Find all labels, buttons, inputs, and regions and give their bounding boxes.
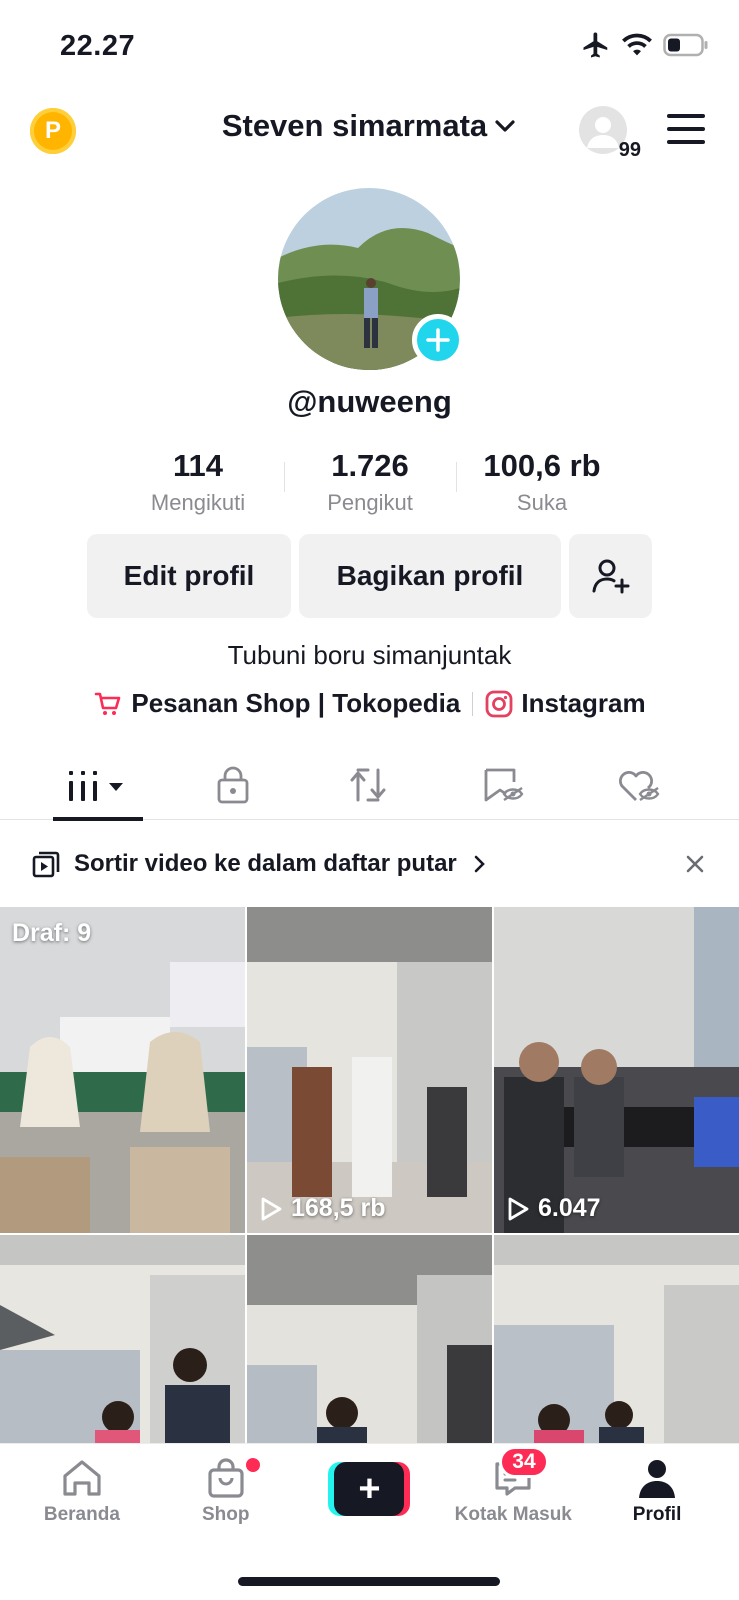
liked-hidden-icon [618,771,659,801]
status-time: 22.27 [60,30,136,62]
tab-reposts[interactable] [300,750,435,820]
draft-count: Draf: 9 [12,919,92,947]
chevron-down-icon [495,120,515,132]
tab-favorites[interactable] [435,750,570,820]
stat-label: Pengikut [327,490,413,515]
view-count: 6.047 [506,1194,601,1223]
inbox-badge: 34 [499,1446,549,1478]
divider [472,691,474,716]
nav-home[interactable]: Beranda [12,1456,152,1526]
home-icon [63,1460,101,1496]
shop-orders-link[interactable]: Pesanan Shop | Tokopedia [93,688,460,719]
tab-videos[interactable] [30,750,165,821]
playlist-banner[interactable]: Sortir video ke dalam daftar putar [0,828,739,900]
profile-icon [639,1460,676,1498]
nav-inbox[interactable]: 34 Kotak Masuk [443,1446,583,1526]
battery-icon [663,33,708,57]
repost-icon [350,768,385,802]
nav-profile[interactable]: Profil [587,1456,727,1526]
share-profile-button[interactable]: Bagikan profil [299,534,561,618]
lock-icon [217,766,248,804]
nav-create[interactable]: + [299,1456,439,1526]
stat-label: Mengikuti [150,490,246,515]
stat-value: 100,6 rb [483,448,601,483]
home-indicator [238,1577,500,1586]
video-tile[interactable] [247,1235,492,1445]
profile-stats: 114 Mengikuti 1.726 Pengikut 100,6 rb Su… [110,448,630,516]
playlist-icon [32,851,60,878]
create-button[interactable]: + [328,1462,411,1516]
stat-value: 1.726 [331,448,409,483]
play-icon [508,1197,529,1220]
saved-hidden-icon [484,768,523,802]
stat-followers[interactable]: 1.726 Pengikut [284,448,456,516]
cart-icon [95,692,121,715]
video-tile[interactable]: 6.047 [494,907,739,1233]
stat-following[interactable]: 114 Mengikuti [112,448,284,516]
add-friends-button[interactable] [569,534,652,618]
bottom-nav: Beranda Shop + 34 Kotak Masuk Profil [0,1443,739,1600]
video-tile[interactable] [494,1235,739,1445]
chevron-right-icon [474,855,485,873]
bio-text: Tubuni boru simanjuntak [227,640,512,670]
edit-profile-button[interactable]: Edit profil [87,534,291,618]
nav-profile-label: Profil [632,1504,682,1525]
view-count: 168,5 rb [259,1194,386,1223]
videos-grid-icon [68,771,123,801]
close-icon[interactable] [683,852,707,876]
profile-links: Pesanan Shop | Tokopedia Instagram [0,688,739,719]
instagram-link-label: Instagram [521,688,646,718]
tab-liked[interactable] [570,750,705,820]
instagram-link[interactable]: Instagram [485,688,646,719]
nav-shop[interactable]: Shop [156,1456,296,1526]
profile-name: Steven simarmata [221,108,488,143]
profile-tabs [0,750,739,821]
tab-private[interactable] [165,750,300,820]
nav-inbox-label: Kotak Masuk [454,1504,572,1525]
status-icons [581,30,709,60]
stat-label: Suka [516,490,568,515]
profile-header: P Steven simarmata 99 [0,98,739,162]
visitor-count: 99 [618,139,641,161]
stat-likes[interactable]: 100,6 rb Suka [456,448,628,516]
profile-avatar[interactable] [278,188,464,370]
menu-icon[interactable] [667,114,705,144]
video-tile[interactable] [0,1235,245,1445]
nav-shop-label: Shop [201,1504,250,1525]
profile-actions: Edit profil Bagikan profil [87,534,652,618]
plus-icon [426,328,450,352]
plus-icon: + [334,1462,405,1516]
add-user-icon [592,559,629,594]
play-icon [261,1197,282,1220]
add-avatar-button[interactable] [412,314,464,366]
video-grid: Draf: 9 168,5 rb 6.047 [0,907,739,1445]
wifi-icon [622,33,652,56]
stat-value: 114 [172,448,223,483]
airplane-icon [583,32,608,58]
video-tile[interactable]: 168,5 rb [247,907,492,1233]
shop-notification-dot [245,1458,260,1472]
status-bar: 22.27 [0,0,739,92]
banner-text: Sortir video ke dalam daftar putar [74,850,457,877]
visitors-avatar[interactable]: 99 [579,106,641,161]
shop-link-label: Pesanan Shop | Tokopedia [131,688,461,718]
shopping-bag-icon [208,1458,244,1498]
username: @nuweeng [287,384,452,419]
instagram-icon [485,690,513,717]
nav-home-label: Beranda [43,1504,120,1525]
draft-video-tile[interactable]: Draf: 9 [0,907,245,1233]
